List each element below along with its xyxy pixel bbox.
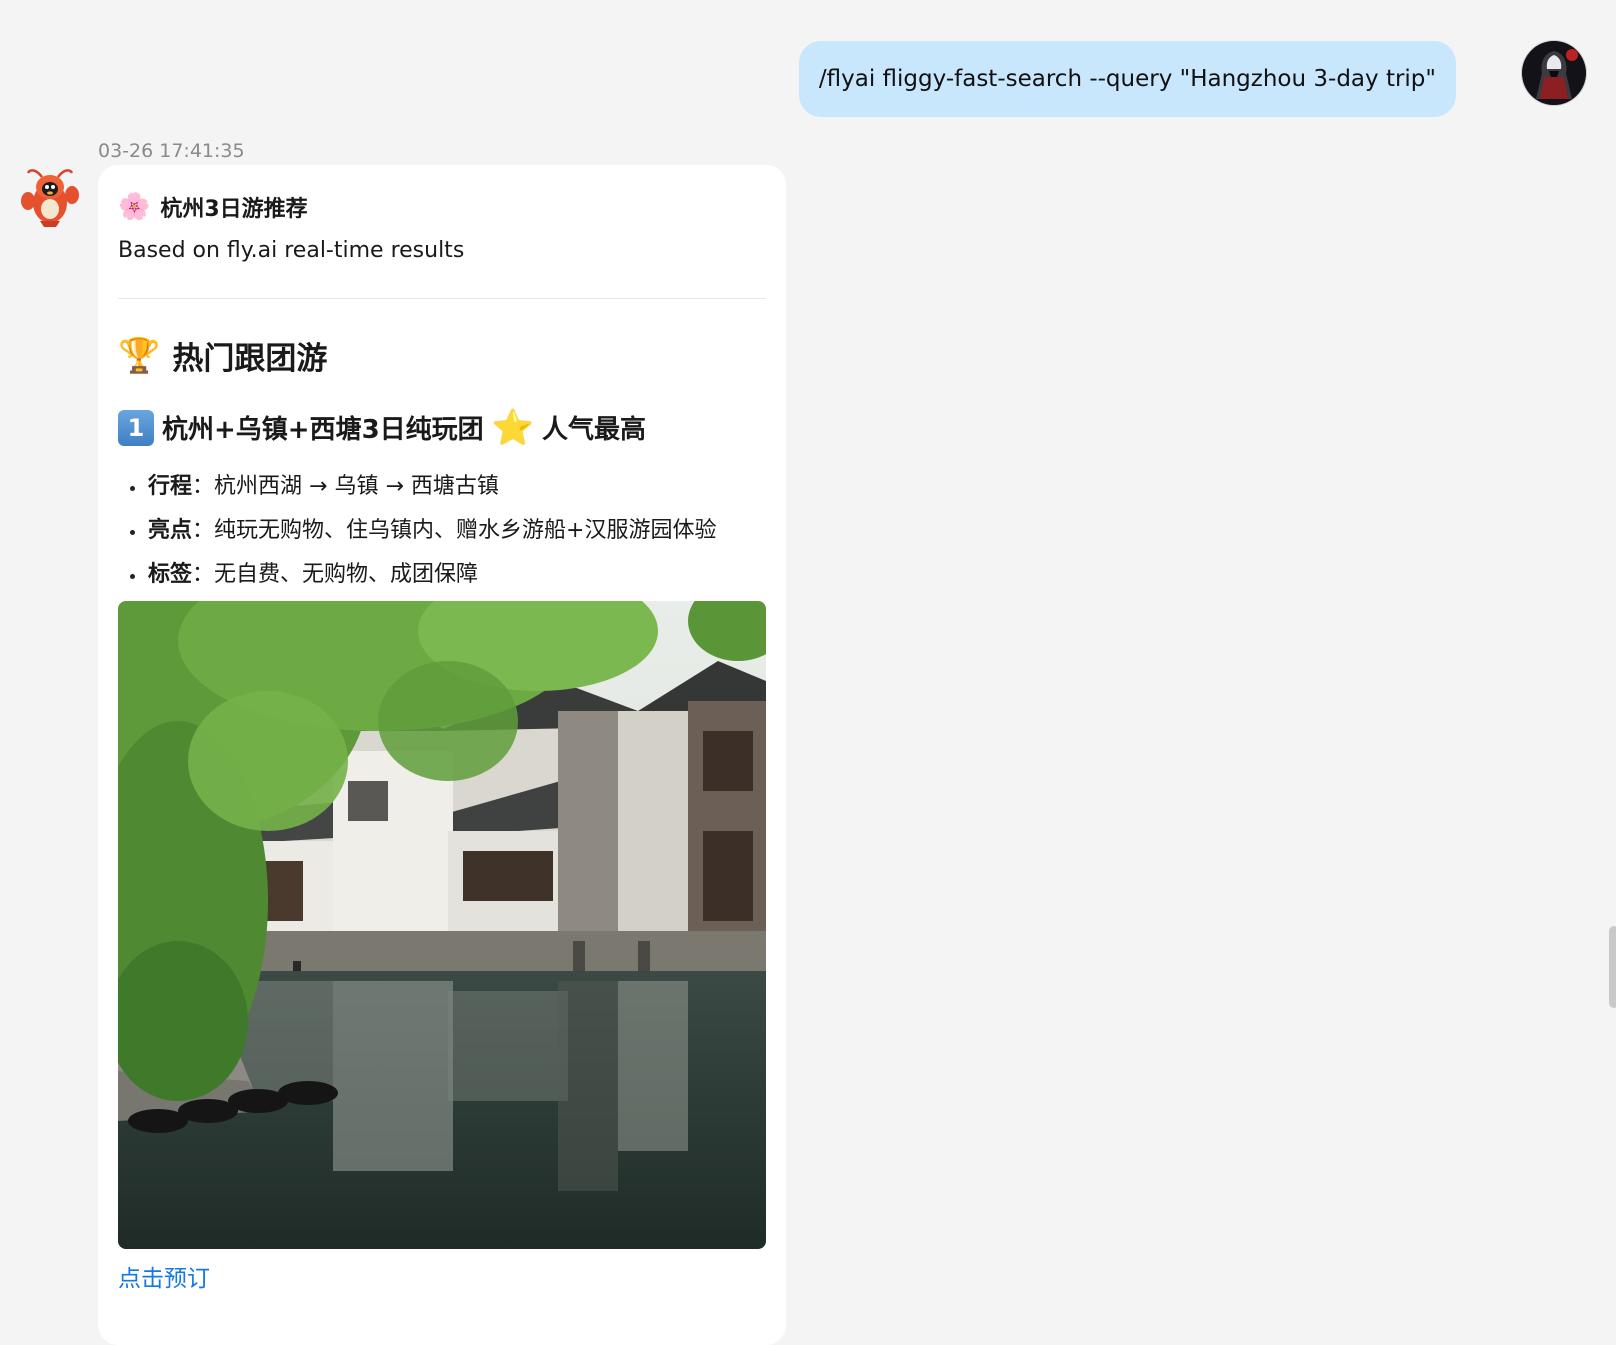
bot-avatar[interactable]: [20, 165, 80, 229]
tour-name: 杭州+乌镇+西塘3日纯玩团: [162, 415, 484, 445]
detail-separator: ：: [192, 562, 215, 587]
detail-separator: ：: [192, 474, 215, 499]
bullet: [130, 486, 135, 491]
user-message-bubble: /flyai fliggy-fast-search --query "Hangz…: [798, 41, 1456, 117]
detail-value: 无自费、无购物、成团保障: [214, 562, 479, 587]
detail-separator: ：: [192, 518, 215, 543]
detail-value: 杭州西湖 → 乌镇 → 西塘古镇: [214, 474, 499, 499]
section-heading: 🏆 热门跟团游: [118, 333, 327, 378]
user-avatar[interactable]: [1522, 41, 1586, 105]
detail-key: 标签: [148, 562, 193, 587]
cherry-blossom-icon: 🌸: [118, 192, 151, 222]
section-heading-text: 热门跟团游: [172, 341, 328, 377]
detail-key: 亮点: [148, 518, 193, 543]
list-item: 亮点：纯玩无购物、住乌镇内、赠水乡游船+汉服游园体验: [118, 509, 716, 553]
bot-message-card: 🌸 杭州3日游推荐 Based on fly.ai real-time resu…: [98, 165, 786, 1345]
tour-photo[interactable]: [118, 601, 766, 1249]
list-item: 标签：无自费、无购物、成团保障: [118, 553, 716, 597]
card-title: 🌸 杭州3日游推荐: [118, 191, 308, 223]
tour-details: 行程：杭州西湖 → 乌镇 → 西塘古镇 亮点：纯玩无购物、住乌镇内、赠水乡游船+…: [118, 465, 716, 597]
list-item: 行程：杭州西湖 → 乌镇 → 西塘古镇: [118, 465, 716, 509]
tour-badge: 人气最高: [542, 415, 647, 445]
bullet: [130, 574, 135, 579]
bullet: [130, 530, 135, 535]
detail-key: 行程: [148, 474, 193, 499]
message-timestamp: 03-26 17:41:35: [98, 140, 245, 162]
lobster-mascot-icon: [21, 169, 79, 227]
tour-heading: 1 杭州+乌镇+西塘3日纯玩团 ⭐ 人气最高: [118, 409, 646, 446]
user-avatar-figure-icon: [1522, 41, 1586, 105]
divider: [118, 298, 766, 299]
book-now-link[interactable]: 点击预订: [118, 1259, 210, 1293]
card-title-text: 杭州3日游推荐: [160, 197, 308, 222]
detail-value: 纯玩无购物、住乌镇内、赠水乡游船+汉服游园体验: [214, 518, 717, 543]
keycap-1-icon: 1: [118, 409, 154, 446]
scrollbar-thumb[interactable]: [1609, 926, 1616, 1008]
trophy-icon: 🏆: [118, 335, 161, 376]
card-subtitle: Based on fly.ai real-time results: [118, 238, 465, 263]
star-icon: ⭐: [491, 407, 535, 448]
water-town-photo: [118, 601, 766, 1249]
